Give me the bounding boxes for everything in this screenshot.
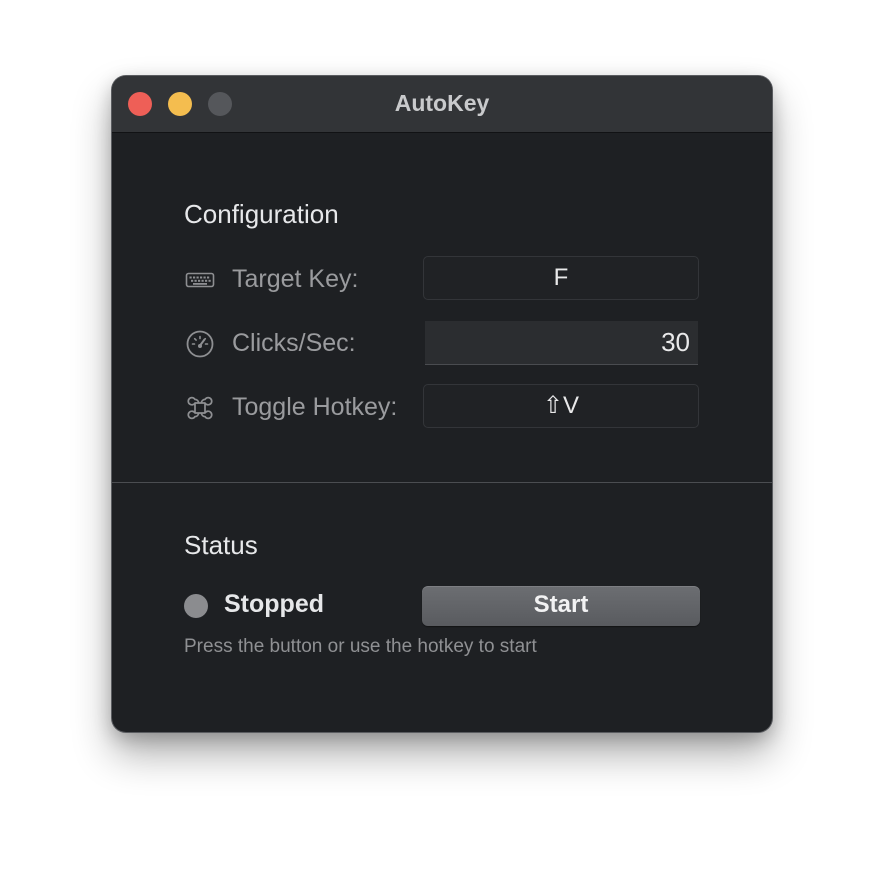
toggle-hotkey-label: Toggle Hotkey: xyxy=(232,393,398,421)
keyboard-icon xyxy=(184,264,216,296)
speedometer-icon xyxy=(184,328,216,360)
window-title: AutoKey xyxy=(394,90,490,116)
clicks-per-sec-label: Clicks/Sec: xyxy=(232,329,356,357)
target-key-label: Target Key: xyxy=(232,265,359,293)
app-window: AutoKey Configuration Target Key: F Clic… xyxy=(112,76,772,732)
section-divider xyxy=(112,482,772,483)
toggle-hotkey-field[interactable]: ⇧V xyxy=(423,384,699,428)
status-text: Stopped xyxy=(224,590,324,618)
status-heading: Status xyxy=(184,530,258,560)
command-icon xyxy=(184,392,216,424)
status-indicator-icon xyxy=(184,594,208,618)
start-button[interactable]: Start xyxy=(422,586,700,626)
status-hint: Press the button or use the hotkey to st… xyxy=(184,636,537,657)
title-bar[interactable]: AutoKey xyxy=(112,76,772,133)
configuration-heading: Configuration xyxy=(184,199,339,229)
target-key-field[interactable]: F xyxy=(423,256,699,300)
clicks-per-sec-input[interactable]: 30 xyxy=(425,321,698,365)
